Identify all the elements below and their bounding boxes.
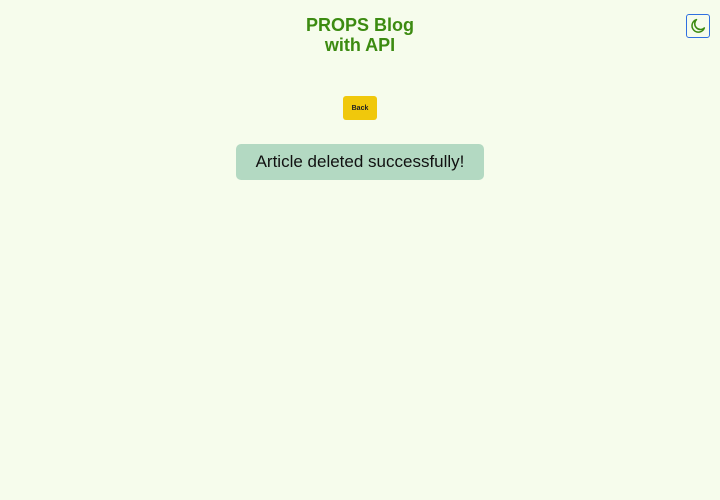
page-title-line-2: with API bbox=[324, 35, 396, 55]
success-notification: Article deleted successfully! bbox=[236, 144, 484, 180]
page: PROPS Blog with API Back Article deleted… bbox=[0, 0, 720, 500]
notification-message: Article deleted successfully! bbox=[255, 152, 465, 171]
page-title-line-1: PROPS Blog bbox=[305, 15, 414, 35]
moon-icon bbox=[691, 18, 706, 33]
page-title: PROPS Blog with API bbox=[0, 15, 720, 55]
theme-toggle-button[interactable] bbox=[686, 14, 710, 38]
back-button[interactable]: Back bbox=[343, 96, 377, 120]
